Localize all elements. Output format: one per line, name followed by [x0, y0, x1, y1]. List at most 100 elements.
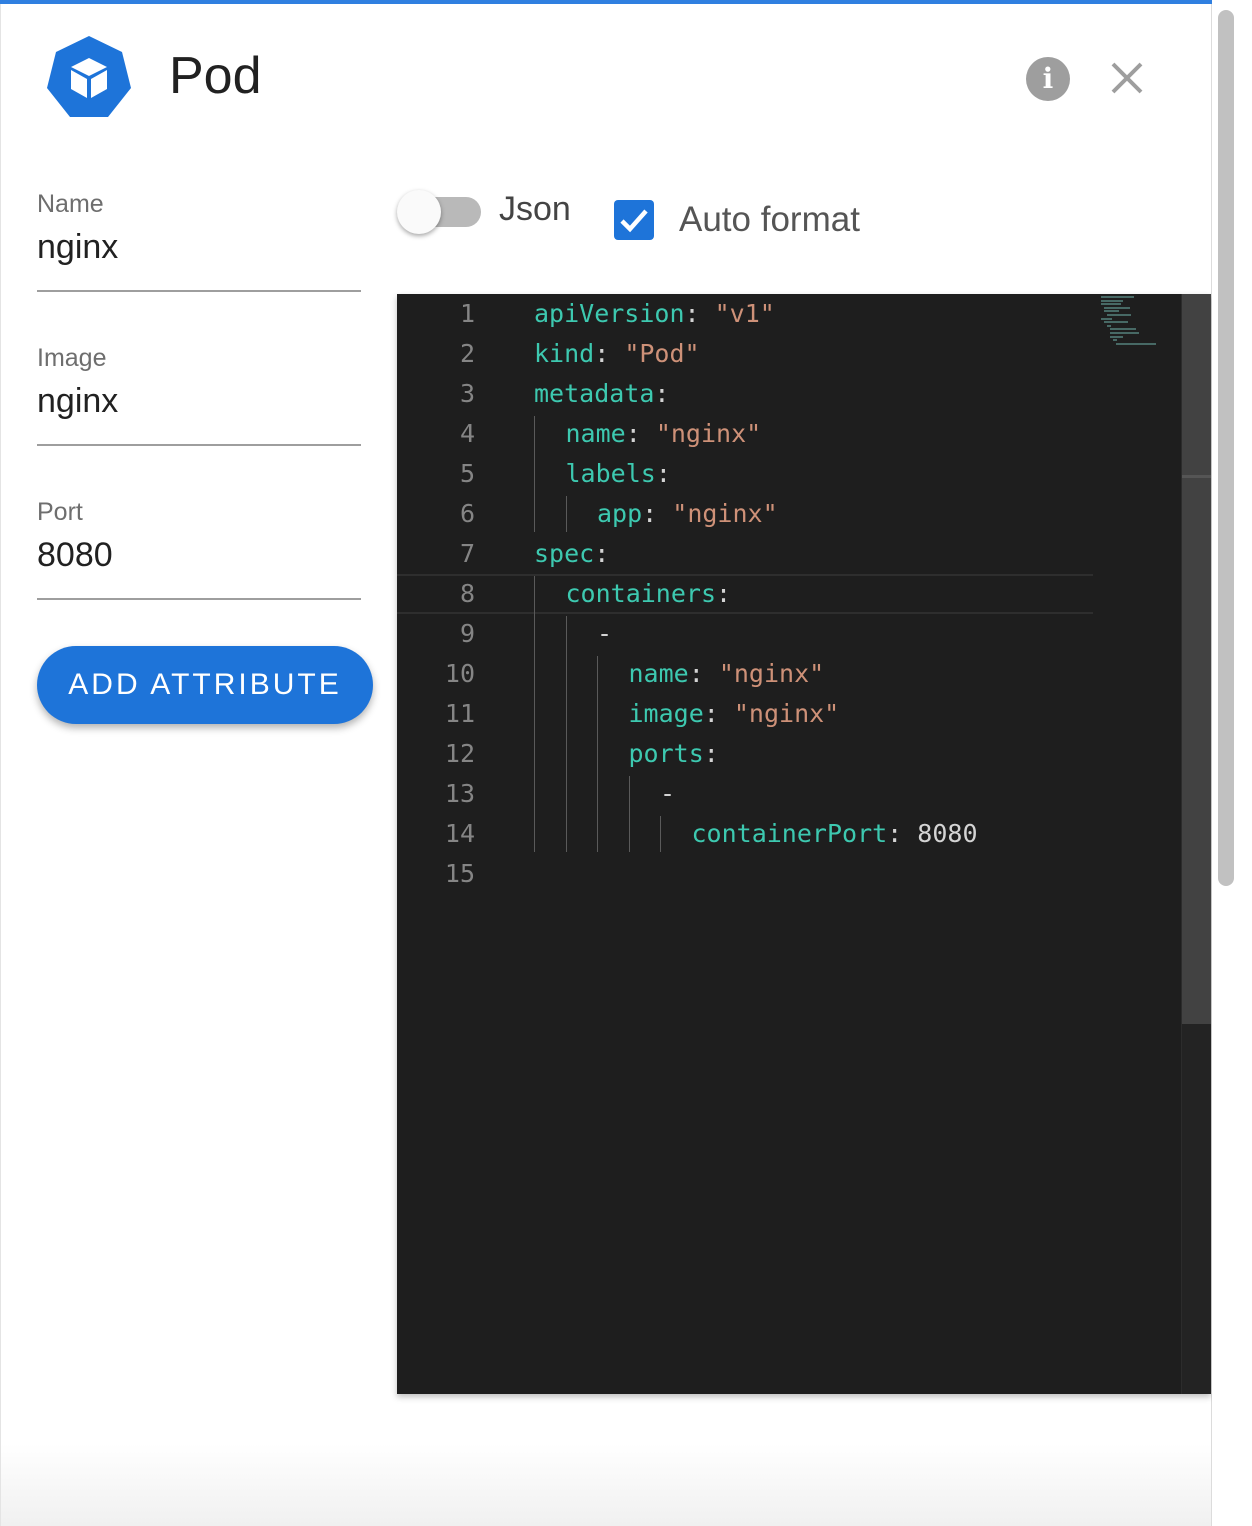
minimap-line	[1113, 339, 1118, 342]
indent-guide	[534, 416, 535, 532]
indent-guide	[534, 576, 535, 852]
yaml-value: "nginx"	[703, 659, 825, 688]
colon: :	[684, 299, 700, 328]
line-number: 3	[459, 379, 475, 408]
yaml-key: labels	[565, 459, 656, 488]
minimap-line	[1104, 321, 1129, 324]
name-label: Name	[37, 190, 104, 218]
editor-line[interactable]: 9-	[397, 614, 1093, 654]
editor-line[interactable]: 3 metadata:	[397, 374, 1093, 414]
colon: :	[625, 419, 641, 448]
colon: :	[594, 339, 610, 368]
editor-line[interactable]: 5 labels:	[397, 454, 1093, 494]
yaml-value: 8080	[902, 819, 978, 848]
minimap-line	[1110, 332, 1139, 334]
colon: :	[642, 499, 658, 528]
port-input[interactable]	[37, 536, 357, 575]
line-number: 2	[459, 339, 475, 368]
line-number: 1	[459, 299, 475, 328]
auto-format-checkbox[interactable]	[614, 200, 654, 240]
yaml-key: app	[597, 499, 643, 528]
editor-line[interactable]: 7 spec:	[397, 534, 1093, 574]
line-number: 9	[459, 619, 475, 648]
minimap-line	[1107, 314, 1132, 316]
json-toggle-thumb	[397, 190, 441, 234]
colon: :	[703, 739, 719, 768]
yaml-key: apiVersion	[534, 299, 685, 328]
colon: :	[594, 539, 610, 568]
code-text: metadata:	[534, 374, 669, 414]
info-icon[interactable]: i	[1026, 57, 1070, 101]
line-number: 6	[459, 499, 475, 528]
editor-line[interactable]: 14 containerPort: 8080	[397, 814, 1093, 854]
colon: :	[654, 379, 670, 408]
yaml-key: containers	[565, 579, 717, 608]
indent-guide	[597, 656, 598, 852]
image-field: Image	[37, 344, 361, 446]
yaml-value: "v1"	[699, 299, 775, 328]
minimap-line	[1104, 310, 1120, 313]
code-text: apiVersion: "v1"	[534, 294, 775, 334]
editor-line[interactable]: 1 apiVersion: "v1"	[397, 294, 1093, 334]
code-text: name: "nginx"	[629, 654, 825, 694]
name-field: Name	[37, 190, 361, 292]
json-toggle[interactable]	[397, 190, 485, 236]
minimap-line	[1110, 328, 1137, 331]
indent-guide	[660, 816, 661, 852]
page-title: Pod	[169, 47, 262, 105]
colon: :	[716, 579, 732, 608]
page-scroll-thumb[interactable]	[1218, 10, 1234, 886]
editor-line[interactable]: 4 name: "nginx"	[397, 414, 1093, 454]
indent-guide	[565, 496, 567, 532]
code-text: ports:	[629, 734, 719, 774]
name-input[interactable]	[37, 228, 357, 267]
image-label: Image	[37, 344, 107, 372]
image-input[interactable]	[37, 382, 357, 421]
editor-scroll-thumb[interactable]	[1182, 294, 1211, 1024]
minimap-line	[1107, 324, 1112, 327]
editor-line[interactable]: 12 ports:	[397, 734, 1093, 774]
editor-scrollbar[interactable]	[1181, 294, 1211, 1394]
editor-line[interactable]: 8 containers:	[397, 574, 1093, 614]
yaml-key: spec	[534, 539, 595, 568]
editor-line[interactable]: 2 kind: "Pod"	[397, 334, 1093, 374]
minimap-line	[1101, 299, 1123, 302]
auto-format-label: Auto format	[679, 200, 860, 239]
minimap-line	[1116, 342, 1156, 345]
code-text: kind: "Pod"	[534, 334, 700, 374]
editor-line[interactable]: 10 name: "nginx"	[397, 654, 1093, 694]
colon: :	[703, 699, 719, 728]
code-text: image: "nginx"	[629, 694, 840, 734]
code-text: -	[597, 614, 612, 654]
minimap-line	[1104, 306, 1131, 309]
line-number: 15	[444, 859, 475, 888]
editor-line[interactable]: 15	[397, 854, 1093, 894]
yaml-key: containerPort	[691, 819, 888, 848]
line-number: 4	[459, 419, 475, 448]
pod-dialog: Pod i Name Image Port ADD ATTRIBUTE Json…	[0, 4, 1212, 1526]
yaml-value: "nginx"	[640, 419, 762, 448]
line-number: 12	[444, 739, 475, 768]
port-label: Port	[37, 498, 83, 526]
code-text: app: "nginx"	[597, 494, 778, 534]
minimap-line	[1101, 303, 1121, 306]
colon: :	[688, 659, 704, 688]
yaml-key: image	[628, 699, 704, 728]
editor-line[interactable]: 6 app: "nginx"	[397, 494, 1093, 534]
yaml-code-editor[interactable]: 1 apiVersion: "v1" 2 kind: "Pod" 3 metadata: 4…	[397, 294, 1211, 1394]
line-number: 13	[444, 779, 475, 808]
yaml-value: "nginx"	[718, 699, 840, 728]
line-number: 7	[459, 539, 475, 568]
editor-line[interactable]: 13 -	[397, 774, 1093, 814]
editor-minimap[interactable]	[1097, 294, 1183, 354]
line-number: 8	[459, 579, 475, 608]
close-icon[interactable]	[1107, 58, 1147, 98]
code-text: containerPort: 8080	[692, 814, 978, 854]
page-scrollbar[interactable]	[1212, 0, 1252, 1526]
indent-guide	[628, 776, 630, 852]
code-text: containers:	[566, 576, 732, 612]
editor-line[interactable]: 11 image: "nginx"	[397, 694, 1093, 734]
colon: :	[887, 819, 903, 848]
add-attribute-button[interactable]: ADD ATTRIBUTE	[37, 646, 373, 724]
code-text: labels:	[566, 454, 671, 494]
